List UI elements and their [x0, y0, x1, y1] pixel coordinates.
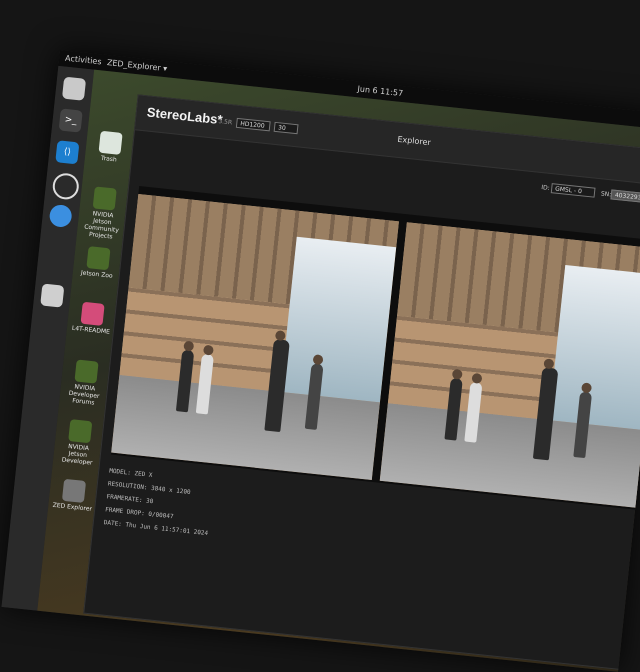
fps-select[interactable]: 30 — [273, 121, 299, 135]
files-icon[interactable] — [61, 76, 87, 101]
desktop-item-label: Trash — [100, 154, 118, 164]
resolution-select-value: HD1200 — [239, 120, 265, 130]
desktop-item-label: NVIDIA Developer Forums — [68, 383, 100, 407]
desktop-item[interactable]: Jetson Zoo — [76, 245, 119, 280]
desktop-item[interactable]: NVIDIA Developer Forums — [63, 359, 107, 408]
window-title: Explorer — [397, 134, 432, 148]
desktop-item[interactable]: NVIDIA Jetson Developer — [57, 418, 101, 467]
nvidia-icon — [86, 246, 111, 271]
chromium-icon[interactable] — [48, 203, 73, 229]
folder-icon — [80, 301, 105, 326]
desktop-item[interactable]: ZED Explorer — [52, 478, 95, 513]
recycle-icon — [98, 130, 123, 155]
desktop-item[interactable]: L4T-README — [71, 301, 114, 336]
right-camera-image — [379, 222, 640, 509]
camera-select-value: GMSL - 0 — [554, 185, 583, 196]
brand-version: 3.5R — [218, 117, 233, 127]
brand-logo: StereoLabs* — [146, 104, 224, 128]
serial-field: 40322938 — [610, 189, 640, 204]
terminal-icon[interactable]: >_ — [58, 108, 83, 133]
desktop-item-label: NVIDIA Jetson Community Projects — [83, 210, 120, 241]
desktop-item[interactable]: Trash — [89, 130, 132, 165]
zed-explorer-window: StereoLabs* 3.5R HD1200 30 Explorer – ● … — [83, 94, 640, 672]
desktop-item-label: Jetson Zoo — [80, 269, 113, 280]
scene-window — [280, 236, 397, 403]
camera-select[interactable]: GMSL - 0 — [550, 183, 596, 198]
obs-icon[interactable] — [51, 172, 81, 201]
camera-select-label: ID: — [540, 184, 550, 192]
serial-value: 40322938 — [614, 191, 640, 202]
left-camera-image — [111, 193, 399, 480]
desktop-item[interactable]: NVIDIA Jetson Community Projects — [81, 185, 126, 241]
apps-grid-icon[interactable] — [40, 283, 65, 308]
desktop-item-label: L4T-README — [71, 324, 111, 336]
nvidia-icon — [92, 186, 117, 211]
desktop-item-label: ZED Explorer — [52, 501, 93, 513]
scene-window — [549, 265, 640, 431]
camera-info-panel: MODEL: ZED X RESOLUTION: 3840 x 1200 FRA… — [98, 464, 408, 605]
app-icon — [61, 478, 87, 503]
person-head — [274, 330, 286, 342]
nvidia-icon — [68, 419, 93, 444]
desktop-area: Trash NVIDIA Jetson Community Projects J… — [35, 69, 640, 672]
nvidia-icon — [74, 359, 99, 384]
desktop-item-label: NVIDIA Jetson Developer — [61, 443, 93, 467]
vscode-icon[interactable]: ⟨⟩ — [55, 140, 80, 165]
stereo-viewer[interactable] — [110, 186, 640, 511]
fps-select-value: 30 — [277, 124, 287, 132]
desktop-screen: Activities ZED_Explorer ▾ Jun 6 11:57 >_… — [1, 50, 640, 672]
person-head — [543, 358, 555, 370]
resolution-select[interactable]: HD1200 — [235, 117, 271, 132]
